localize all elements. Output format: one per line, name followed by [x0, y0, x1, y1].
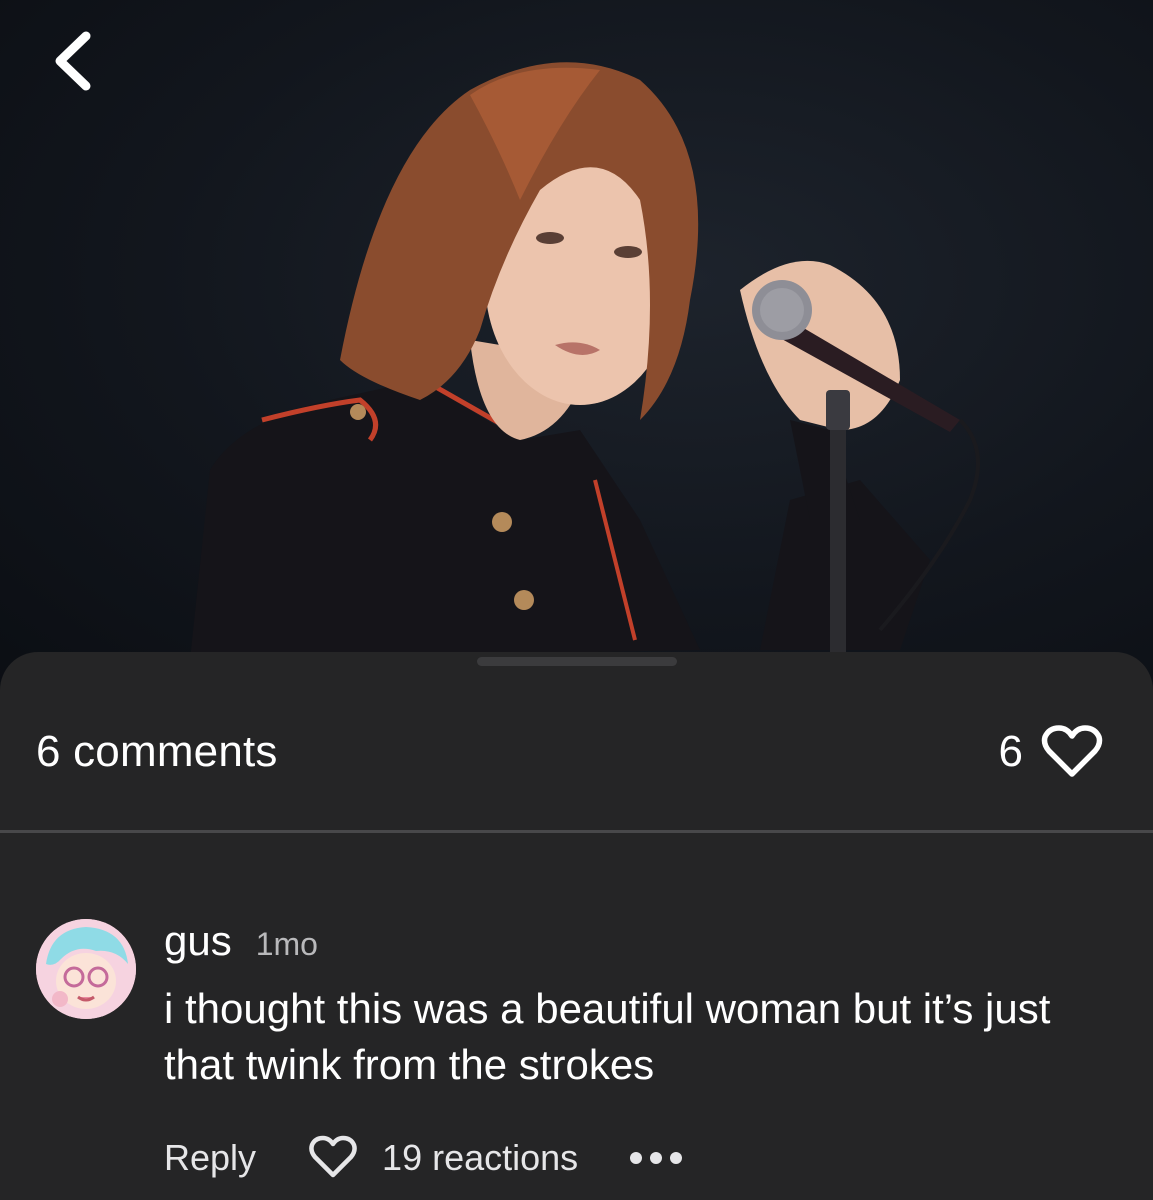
react-button[interactable] [308, 1135, 358, 1181]
comment-body: gus 1mo i thought this was a beautiful w… [164, 917, 1113, 1183]
like-post-button[interactable]: 6 [999, 724, 1103, 780]
avatar-illustration [36, 919, 136, 1019]
reactions-count[interactable]: 19 reactions [382, 1137, 578, 1179]
heart-outline-icon [1041, 725, 1103, 777]
back-button[interactable] [50, 30, 120, 100]
likes-count: 6 [998, 727, 1023, 776]
comment-meta: gus 1mo [164, 917, 1113, 967]
heart-outline-icon [309, 1135, 357, 1178]
comment-text: i thought this was a beautiful woman but… [164, 985, 1051, 1088]
chevron-left-icon [55, 31, 91, 91]
comment-timestamp: 1mo [255, 926, 318, 962]
post-view: 6 comments 6 gus 1mo i thought this was … [0, 0, 1153, 1200]
post-photo-illustration [190, 62, 980, 660]
comments-header: 6 comments 6 [36, 724, 1103, 780]
sheet-grabber[interactable] [477, 657, 677, 666]
ellipsis-icon [630, 1152, 683, 1164]
header-divider [0, 830, 1153, 833]
reply-button[interactable]: Reply [164, 1137, 256, 1179]
avatar[interactable] [36, 919, 136, 1019]
comments-count: 6 comments [36, 727, 278, 776]
comment-username[interactable]: gus [164, 917, 232, 965]
post-photo[interactable] [0, 0, 1153, 700]
comments-sheet: 6 comments 6 gus 1mo i thought this was … [0, 652, 1153, 1200]
more-options-button[interactable] [628, 1150, 684, 1166]
comment-actions: Reply 19 reactions [164, 1133, 1113, 1183]
